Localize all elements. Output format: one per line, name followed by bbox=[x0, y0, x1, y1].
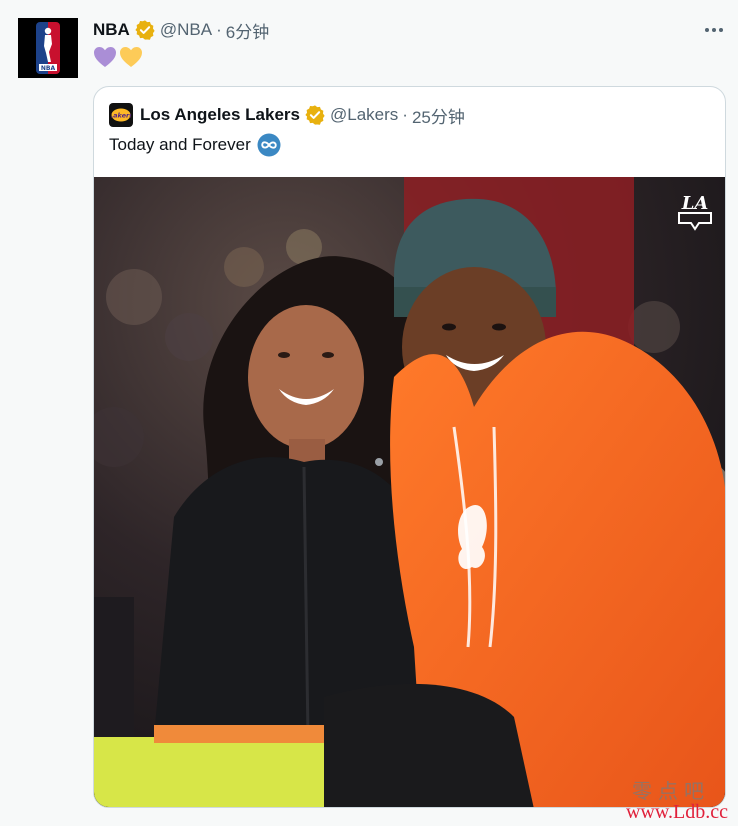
la-mark-text: LA bbox=[681, 193, 709, 214]
infinity-icon bbox=[257, 133, 281, 157]
photo-illustration bbox=[94, 177, 725, 807]
lakers-avatar[interactable]: Lakers bbox=[109, 103, 133, 127]
more-options-icon[interactable] bbox=[704, 22, 724, 38]
quote-author-handle[interactable]: @Lakers bbox=[330, 105, 398, 125]
yellow-heart-icon bbox=[120, 47, 142, 67]
quote-author-name[interactable]: Los Angeles Lakers bbox=[140, 105, 300, 125]
quote-header: Lakers Los Angeles Lakers @Lakers · 25分钟 bbox=[109, 103, 465, 127]
author-handle[interactable]: @NBA bbox=[160, 20, 212, 40]
watermark-url: www.Ldb.cc bbox=[625, 801, 728, 823]
nba-logo-icon: NBA bbox=[36, 22, 60, 74]
tweet[interactable]: NBA NBA @NBA · 6分钟 Lakers bbox=[0, 0, 738, 826]
timestamp[interactable]: 6分钟 bbox=[226, 18, 269, 43]
quote-separator-dot: · bbox=[402, 105, 408, 124]
quote-text: Today and Forever bbox=[109, 133, 281, 157]
author-name[interactable]: NBA bbox=[93, 20, 130, 40]
quote-verified-badge-icon bbox=[305, 105, 325, 125]
verified-badge-icon bbox=[135, 20, 155, 40]
lakers-logo-icon: Lakers bbox=[111, 108, 131, 122]
tweet-text bbox=[93, 46, 143, 70]
tweet-photo[interactable]: LA bbox=[94, 177, 725, 807]
quoted-tweet[interactable]: Lakers Los Angeles Lakers @Lakers · 25分钟… bbox=[93, 86, 726, 808]
separator-dot: · bbox=[216, 20, 222, 39]
quote-text-content: Today and Forever bbox=[109, 135, 251, 154]
nba-avatar[interactable]: NBA bbox=[18, 18, 78, 78]
watermark-chinese: 零点吧 bbox=[632, 779, 710, 803]
la-logo-icon: LA bbox=[678, 193, 712, 231]
quote-timestamp[interactable]: 25分钟 bbox=[412, 103, 465, 128]
svg-text:Lakers: Lakers bbox=[111, 112, 131, 120]
tweet-header: NBA @NBA · 6分钟 bbox=[93, 18, 269, 42]
purple-heart-icon bbox=[94, 47, 116, 67]
svg-text:NBA: NBA bbox=[41, 65, 56, 72]
